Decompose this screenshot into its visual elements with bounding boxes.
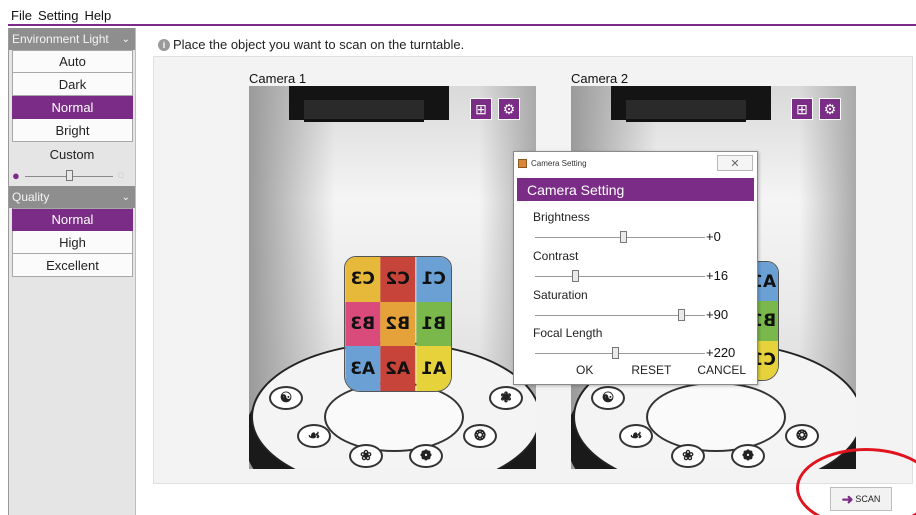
menu-help[interactable]: Help bbox=[84, 8, 111, 23]
env-option-custom[interactable]: Custom bbox=[9, 142, 135, 166]
turntable-inner-ring bbox=[646, 382, 786, 452]
reset-button[interactable]: RESET bbox=[631, 363, 671, 377]
quality-option-excellent[interactable]: Excellent bbox=[12, 254, 133, 277]
instruction-text: Place the object you want to scan on the… bbox=[173, 37, 465, 52]
bulb-bright-icon: ○ bbox=[117, 167, 125, 182]
chevron-down-icon[interactable]: ⌄ bbox=[122, 34, 130, 45]
gear-icon[interactable]: ⚙ bbox=[819, 98, 841, 120]
scan-object-cylinder: C3 C2 C1 B3 B2 B1 A3 A2 A1 bbox=[344, 256, 452, 392]
focal-length-field: Focal Length +220 bbox=[533, 326, 753, 362]
bulb-dim-icon: ● bbox=[12, 168, 20, 183]
dialog-window-title: Camera Setting bbox=[531, 158, 587, 168]
turntable-glyph: ❀ bbox=[671, 444, 705, 468]
menu-file[interactable]: File bbox=[11, 8, 32, 23]
camera2-label: Camera 2 bbox=[571, 71, 629, 86]
camera1-toolbar: ⊞ ⚙ bbox=[470, 98, 520, 120]
contrast-field: Contrast +16 bbox=[533, 249, 753, 285]
close-button[interactable]: ✕ bbox=[717, 155, 753, 171]
custom-light-slider[interactable]: ● ○ bbox=[9, 166, 135, 186]
sidebar: Environment Light ⌄ Auto Dark Normal Bri… bbox=[8, 28, 136, 515]
focal-length-label: Focal Length bbox=[533, 326, 603, 340]
env-option-auto[interactable]: Auto bbox=[12, 50, 133, 73]
env-option-dark[interactable]: Dark bbox=[12, 73, 133, 96]
dialog-heading: Camera Setting bbox=[517, 178, 754, 201]
camera2-toolbar: ⊞ ⚙ bbox=[791, 98, 841, 120]
crop-icon[interactable]: ⊞ bbox=[791, 98, 813, 120]
gear-icon[interactable]: ⚙ bbox=[498, 98, 520, 120]
turntable-glyph: ☙ bbox=[619, 424, 653, 448]
saturation-field: Saturation +90 bbox=[533, 288, 753, 324]
slider-thumb[interactable] bbox=[572, 270, 580, 282]
brightness-field: Brightness +0 bbox=[533, 210, 753, 246]
quality-option-high[interactable]: High bbox=[12, 231, 133, 254]
cancel-button[interactable]: CANCEL bbox=[697, 363, 746, 377]
quality-option-normal[interactable]: Normal bbox=[12, 208, 133, 231]
environment-light-title: Environment Light bbox=[12, 32, 109, 46]
focal-length-value: +220 bbox=[706, 345, 736, 360]
saturation-slider[interactable]: +90 bbox=[533, 306, 753, 324]
env-option-normal[interactable]: Normal bbox=[12, 96, 133, 119]
turntable-glyph: ❀ bbox=[349, 444, 383, 468]
camera-setting-dialog: Camera Setting ✕ Camera Setting Brightne… bbox=[513, 151, 758, 385]
turntable-glyph: ❂ bbox=[463, 424, 497, 448]
camera-rig-lower bbox=[626, 100, 746, 122]
saturation-label: Saturation bbox=[533, 288, 588, 302]
brightness-slider[interactable]: +0 bbox=[533, 228, 753, 246]
slider-thumb[interactable] bbox=[619, 231, 627, 243]
menu-setting[interactable]: Setting bbox=[38, 8, 78, 23]
camera1-label: Camera 1 bbox=[249, 71, 307, 86]
quality-header[interactable]: Quality ⌄ bbox=[9, 186, 135, 208]
instruction: i Place the object you want to scan on t… bbox=[158, 37, 464, 52]
menu-bar: File Setting Help bbox=[8, 6, 916, 26]
quality-title: Quality bbox=[12, 190, 50, 204]
environment-light-header[interactable]: Environment Light ⌄ bbox=[9, 28, 135, 50]
slider-thumb[interactable] bbox=[678, 309, 686, 321]
focal-length-slider[interactable]: +220 bbox=[533, 344, 753, 362]
slider-thumb[interactable] bbox=[65, 170, 73, 181]
env-option-bright[interactable]: Bright bbox=[12, 119, 133, 142]
contrast-value: +16 bbox=[706, 268, 729, 283]
camera-rig-lower bbox=[304, 100, 424, 122]
brightness-value: +0 bbox=[706, 229, 721, 244]
arrow-right-icon: ➜ bbox=[841, 490, 854, 507]
brightness-label: Brightness bbox=[533, 210, 590, 224]
crop-icon[interactable]: ⊞ bbox=[470, 98, 492, 120]
camera1-preview: ☯ ☙ ❀ ❁ ❂ ❃ C3 C2 C1 B3 B2 B1 A3 A2 A1 bbox=[249, 86, 536, 469]
info-icon: i bbox=[158, 38, 170, 51]
turntable-glyph: ❃ bbox=[489, 386, 523, 410]
turntable-glyph: ☙ bbox=[297, 424, 331, 448]
chevron-down-icon[interactable]: ⌄ bbox=[122, 192, 130, 203]
saturation-value: +90 bbox=[706, 307, 729, 322]
turntable-glyph: ☯ bbox=[591, 386, 625, 410]
slider-track bbox=[535, 276, 705, 277]
slider-thumb[interactable] bbox=[611, 347, 619, 359]
scan-button[interactable]: ➜ SCAN bbox=[830, 487, 892, 511]
dialog-buttons: OK RESET CANCEL bbox=[514, 363, 757, 377]
scan-label: SCAN bbox=[855, 494, 881, 504]
contrast-label: Contrast bbox=[533, 249, 579, 263]
slider-track bbox=[535, 353, 705, 354]
ok-button[interactable]: OK bbox=[576, 363, 593, 377]
contrast-slider[interactable]: +16 bbox=[533, 267, 753, 285]
turntable-glyph: ❁ bbox=[409, 444, 443, 468]
turntable-inner-ring bbox=[324, 382, 464, 452]
turntable-glyph: ❂ bbox=[785, 424, 819, 448]
app-icon bbox=[518, 158, 527, 168]
turntable-glyph: ☯ bbox=[269, 386, 303, 410]
turntable-glyph: ❁ bbox=[731, 444, 765, 468]
